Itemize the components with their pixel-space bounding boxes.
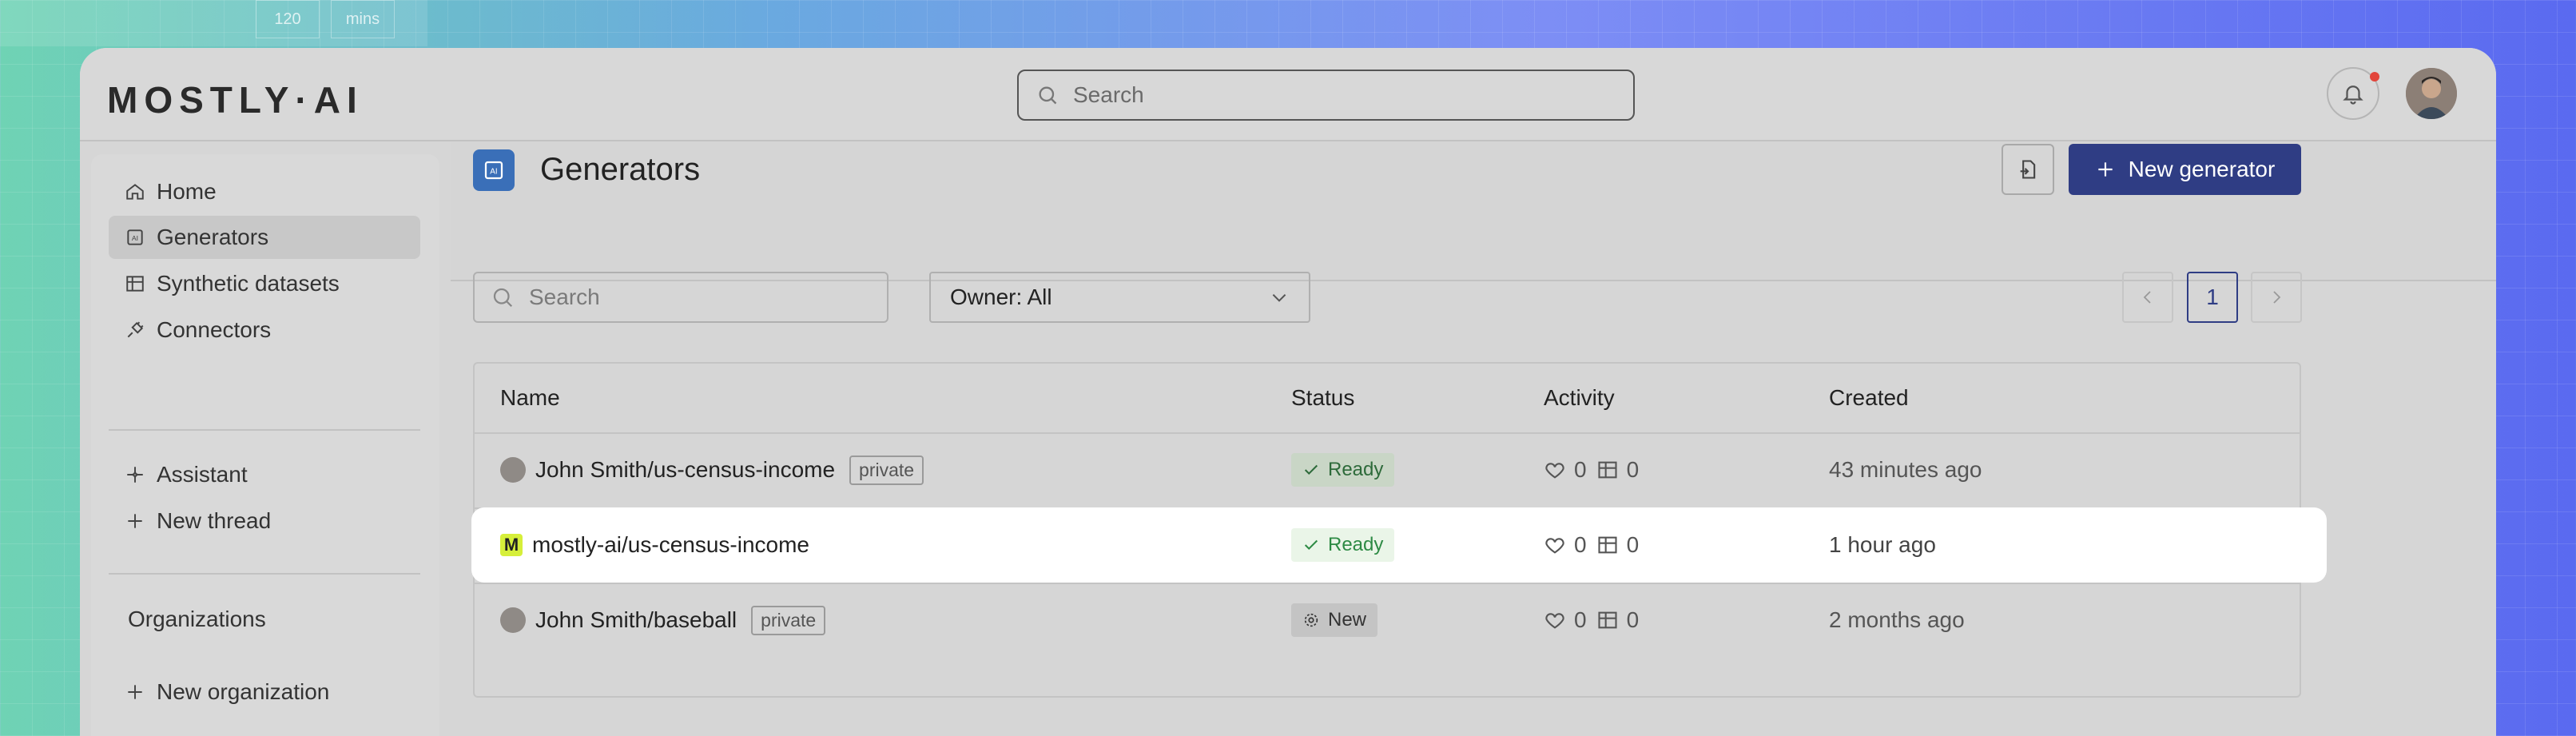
sidebar-item-synthetic-datasets[interactable]: Synthetic datasets — [109, 262, 420, 305]
sidebar-divider — [109, 429, 420, 431]
created-time: 43 minutes ago — [1829, 457, 1982, 482]
status-label: New — [1328, 609, 1367, 631]
import-generator-button[interactable] — [2002, 144, 2054, 195]
owner-filter-select[interactable]: Owner: All — [929, 272, 1310, 323]
chevron-down-icon — [1272, 294, 1286, 302]
logo[interactable]: MOSTLY·AI — [107, 78, 364, 121]
owner-filter-value: Owner: All — [950, 284, 1052, 309]
owner-avatar — [500, 457, 526, 483]
datasets-count: 0 — [1596, 457, 1639, 483]
likes-count[interactable]: 0 — [1544, 457, 1587, 483]
file-import-icon — [2020, 160, 2036, 179]
generator-name[interactable]: John Smith/us-census-income — [535, 457, 835, 483]
plug-icon — [127, 321, 144, 338]
chevron-right-icon — [2273, 291, 2281, 304]
gear-icon — [1304, 613, 1318, 627]
dataset-icon — [1598, 461, 1617, 479]
bell-icon — [2343, 86, 2363, 105]
column-header-name[interactable]: Name — [500, 364, 560, 432]
plus-icon — [128, 514, 142, 528]
page-title: Generators — [540, 152, 701, 187]
svg-text:AI: AI — [490, 167, 497, 176]
table-row-highlighted[interactable]: M mostly-ai/us-census-income Ready 0 0 1… — [471, 507, 2327, 583]
status-badge: New — [1291, 603, 1378, 637]
check-icon — [1304, 539, 1318, 551]
sidebar-item-new-organization[interactable]: New organization — [109, 670, 420, 714]
plus-icon — [2098, 162, 2113, 177]
visibility-badge: private — [751, 605, 826, 635]
datasets-count: 0 — [1596, 607, 1639, 633]
sparkle-icon — [127, 467, 143, 483]
sidebar-item-label: Assistant — [157, 462, 248, 487]
plus-icon — [128, 685, 142, 699]
table-icon — [126, 276, 144, 292]
svg-text:AI: AI — [132, 234, 138, 242]
sidebar-item-generators[interactable]: AI Generators — [109, 216, 420, 259]
generator-search-input[interactable]: Search — [473, 272, 888, 323]
page-1-button[interactable]: 1 — [2187, 272, 2238, 323]
top-bar: MOSTLY·AI Search — [80, 48, 2496, 141]
generator-icon: AI — [127, 229, 143, 245]
sidebar-divider — [109, 573, 420, 575]
created-time: 2 months ago — [1829, 607, 1965, 632]
user-avatar[interactable] — [2406, 68, 2457, 119]
column-header-created[interactable]: Created — [1829, 364, 1909, 432]
sidebar-item-label: Connectors — [157, 317, 272, 342]
sidebar-item-label: New organization — [157, 679, 330, 704]
sidebar-item-connectors[interactable]: Connectors — [109, 308, 420, 352]
dataset-icon — [1598, 536, 1617, 554]
generator-name[interactable]: John Smith/baseball — [535, 607, 737, 633]
new-generator-button[interactable]: New generator — [2069, 144, 2301, 195]
sidebar-item-home[interactable]: Home — [109, 170, 420, 213]
sidebar-item-label: New thread — [157, 508, 272, 533]
notification-dot — [2370, 72, 2379, 82]
column-header-activity: Activity — [1544, 385, 1615, 410]
sidebar-item-label: Generators — [157, 225, 269, 249]
column-header-status: Status — [1291, 385, 1355, 410]
generator-name[interactable]: mostly-ai/us-census-income — [532, 532, 809, 558]
sidebar-item-assistant[interactable]: Assistant — [109, 453, 420, 496]
sidebar-item-label: Synthetic datasets — [157, 271, 340, 296]
generators-table: Name Status Activity Created John Smith/… — [471, 362, 2327, 698]
organizations-heading: Organizations — [128, 607, 266, 631]
search-icon — [1039, 86, 1057, 105]
next-page-button[interactable] — [2251, 272, 2302, 323]
status-badge: Ready — [1291, 528, 1395, 562]
background-value: 120 — [256, 0, 320, 38]
visibility-badge: private — [849, 455, 924, 485]
status-label: Ready — [1328, 534, 1384, 555]
search-placeholder: Search — [529, 284, 600, 309]
datasets-count: 0 — [1596, 532, 1639, 558]
dataset-icon — [1598, 611, 1617, 629]
sidebar: Home AI Generators Synthetic datasets Co… — [91, 154, 439, 736]
sidebar-item-label: Home — [157, 179, 217, 204]
background-widget: 120 mins — [0, 0, 427, 46]
global-search-input[interactable]: Search — [1017, 70, 1635, 121]
check-icon — [1304, 464, 1318, 475]
status-label: Ready — [1328, 459, 1384, 480]
table-row[interactable]: John Smith/baseball private New 0 0 2 mo… — [475, 583, 2300, 658]
search-icon — [493, 288, 513, 308]
owner-avatar — [500, 607, 526, 633]
previous-page-button[interactable] — [2122, 272, 2173, 323]
generators-header-icon: AI — [473, 149, 515, 191]
table-row[interactable]: John Smith/us-census-income private Read… — [475, 432, 2300, 507]
likes-count[interactable]: 0 — [1544, 532, 1587, 558]
created-time: 1 hour ago — [1829, 532, 1936, 557]
heart-icon — [1545, 538, 1564, 554]
home-icon — [126, 184, 144, 200]
likes-count[interactable]: 0 — [1544, 607, 1587, 633]
status-badge: Ready — [1291, 453, 1395, 487]
sidebar-item-new-thread[interactable]: New thread — [109, 499, 420, 543]
heart-icon — [1545, 463, 1564, 479]
org-badge: M — [500, 534, 523, 556]
background-unit: mins — [331, 0, 395, 38]
new-generator-label: New generator — [2128, 157, 2276, 181]
heart-icon — [1545, 613, 1564, 629]
chevron-left-icon — [2143, 291, 2151, 304]
search-placeholder: Search — [1073, 82, 1144, 107]
